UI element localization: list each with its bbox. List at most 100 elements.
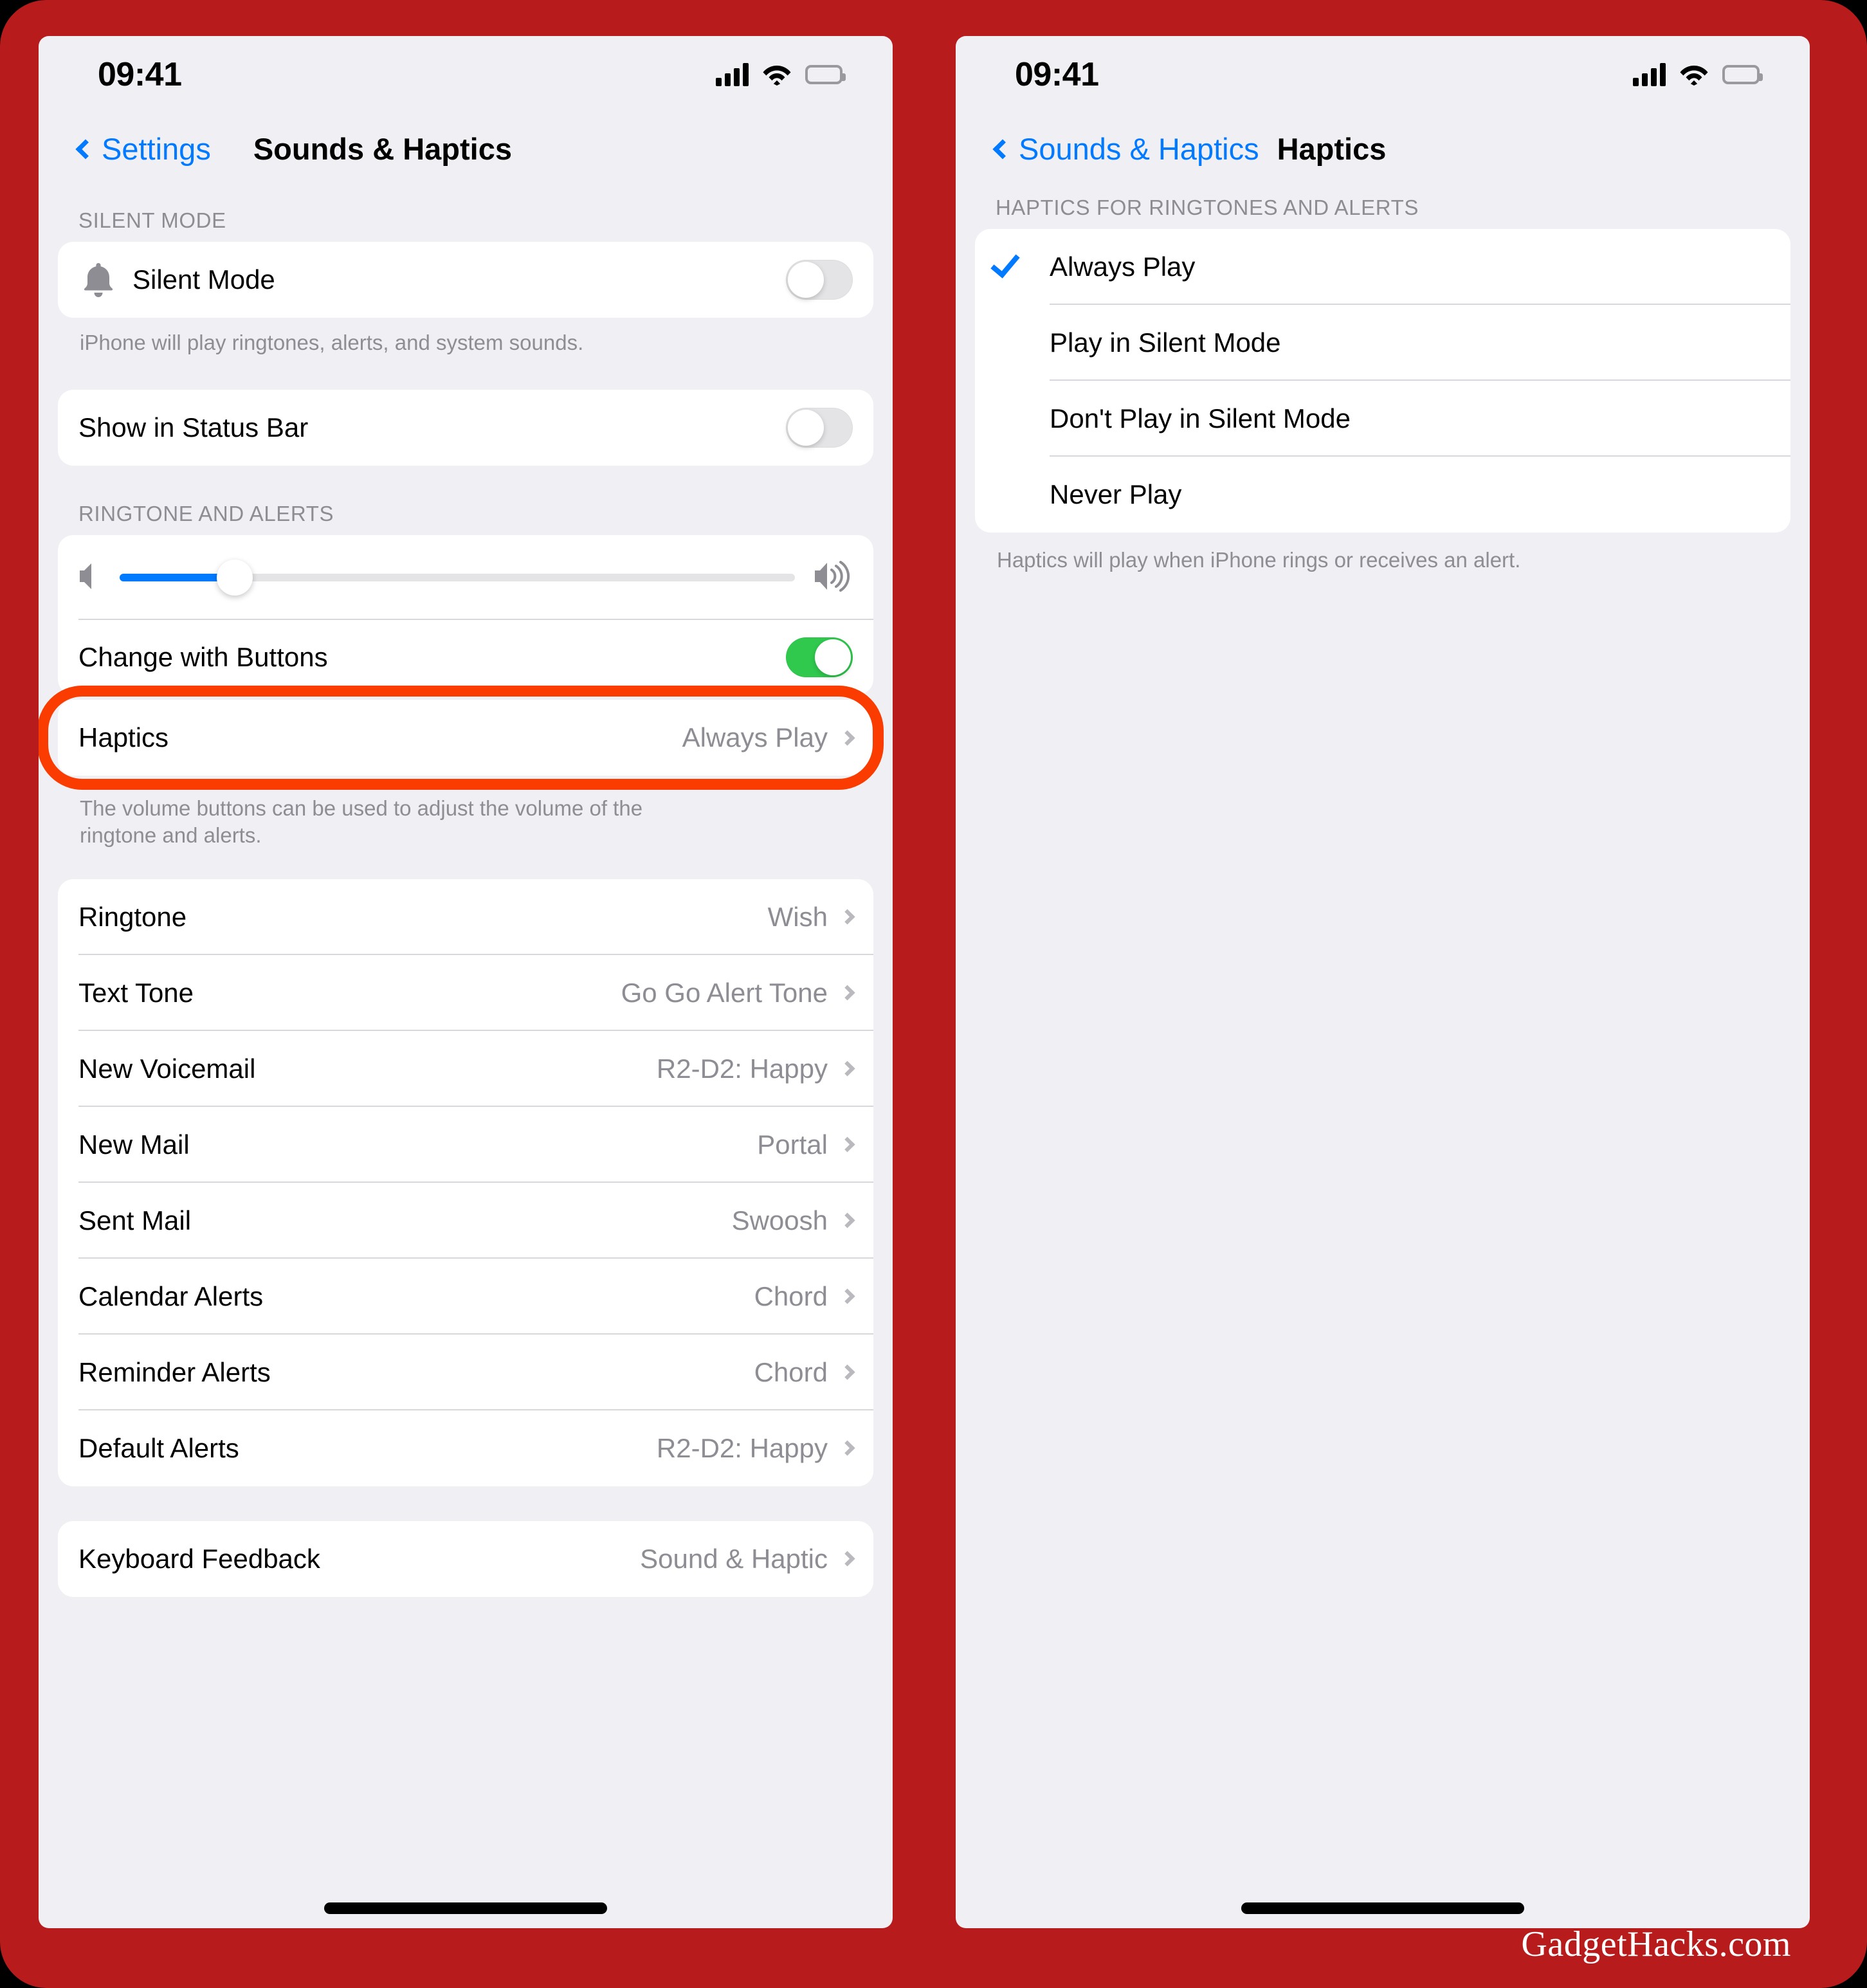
row-label-haptics: Haptics [78,722,169,753]
speaker-low-icon [78,561,102,594]
back-button-sounds-haptics[interactable]: Sounds & Haptics [992,131,1259,167]
volume-slider-knob[interactable] [216,560,253,596]
outer-frame: 09:41 Settings Sounds & Haptics SILENT M… [0,0,1867,1988]
table-row[interactable]: New Voicemail R2-D2: Happy [58,1031,873,1107]
settings-content-right: HAPTICS FOR RINGTONES AND ALERTS Always … [956,184,1810,574]
silent-mode-section-header: SILENT MODE [78,208,226,232]
nav-bar-right: Sounds & Haptics Haptics [956,113,1810,184]
row-label-silent-mode: Silent Mode [132,264,275,295]
row-value: Sound & Haptic [640,1543,828,1574]
row-value: Chord [754,1281,828,1311]
checkmark-slot [990,248,1050,278]
row-value: Chord [754,1356,828,1387]
phone-screen-sounds-haptics: 09:41 Settings Sounds & Haptics SILENT M… [39,36,893,1928]
tones-card: Ringtone Wish Text Tone Go Go Alert Tone New… [58,879,873,1486]
haptics-options-card: Always Play Play in Silent Mode Don't Play… [975,229,1790,533]
chevron-right-icon [839,1440,855,1456]
home-indicator [1241,1902,1524,1914]
back-button-settings[interactable]: Settings [75,131,211,167]
volume-slider-track[interactable] [120,560,795,596]
option-label: Don't Play in Silent Mode [1050,403,1351,433]
page-title: Sounds & Haptics [253,131,512,166]
row-show-in-status-bar[interactable]: Show in Status Bar [58,390,873,466]
table-row[interactable]: Keyboard Feedback Sound & Haptic [58,1521,873,1597]
option-label: Always Play [1050,251,1196,282]
table-row[interactable]: Ringtone Wish [58,879,873,955]
wifi-icon [763,66,791,86]
table-row[interactable]: Default Alerts R2-D2: Happy [58,1410,873,1486]
row-label: Default Alerts [78,1432,239,1463]
table-row[interactable]: Calendar Alerts Chord [58,1259,873,1335]
status-clock: 09:41 [1015,56,1099,93]
row-value: R2-D2: Happy [656,1432,828,1463]
option-label: Never Play [1050,479,1182,509]
chevron-right-icon [839,909,855,925]
toggle-knob [788,262,824,298]
table-row[interactable]: New Mail Portal [58,1107,873,1183]
row-silent-mode[interactable]: Silent Mode [58,242,873,318]
speaker-high-icon [813,560,853,595]
settings-content-left: SILENT MODE Silent Mode iPhone will play… [39,184,893,1597]
toggle-change-with-buttons[interactable] [786,637,853,678]
home-indicator [324,1902,607,1914]
table-row[interactable]: Reminder Alerts Chord [58,1335,873,1410]
chevron-right-icon [839,1364,855,1380]
row-label: Reminder Alerts [78,1356,271,1387]
footnote-silent-mode: iPhone will play ringtones, alerts, and … [80,331,584,354]
row-value: Wish [767,901,828,932]
status-bar-right: 09:41 [956,36,1810,113]
haptics-callout: Haptics Always Play [39,686,884,790]
cellular-bars-icon [716,63,749,86]
chevron-left-icon [75,139,96,160]
status-icons [716,63,846,86]
status-bar-left: 09:41 [39,36,893,113]
ringtone-section-header: RINGTONE AND ALERTS [78,502,334,526]
back-button-label: Sounds & Haptics [1019,131,1259,166]
row-label: Keyboard Feedback [78,1543,320,1574]
list-item[interactable]: Don't Play in Silent Mode [975,381,1790,457]
row-label: Calendar Alerts [78,1281,264,1311]
chevron-right-icon [839,1061,855,1077]
cellular-bars-icon [1633,63,1666,86]
row-value: Go Go Alert Tone [621,977,828,1008]
table-row[interactable]: Sent Mail Swoosh [58,1183,873,1259]
option-label: Play in Silent Mode [1050,327,1281,358]
footnote-ringtone: The volume buttons can be used to adjust… [80,796,643,848]
toggle-show-in-status-bar[interactable] [786,408,853,448]
haptics-card: Haptics Always Play [58,700,873,776]
list-item[interactable]: Never Play [975,457,1790,533]
bell-icon [78,262,118,298]
status-clock: 09:41 [98,56,182,93]
wifi-icon [1680,66,1708,86]
list-item[interactable]: Always Play [975,229,1790,305]
row-haptics[interactable]: Haptics Always Play [58,700,873,776]
footnote-haptics: Haptics will play when iPhone rings or r… [997,548,1521,572]
haptics-section-header: HAPTICS FOR RINGTONES AND ALERTS [996,196,1419,219]
row-change-with-buttons[interactable]: Change with Buttons [58,620,873,695]
chevron-right-icon [839,1136,855,1153]
row-value: R2-D2: Happy [656,1053,828,1084]
table-row[interactable]: Text Tone Go Go Alert Tone [58,955,873,1031]
row-label-show-in-status-bar: Show in Status Bar [78,412,309,443]
chevron-right-icon [839,1288,855,1304]
row-label: Sent Mail [78,1205,192,1236]
status-icons [1633,63,1763,86]
chevron-right-icon [839,1212,855,1228]
row-label: Text Tone [78,977,194,1008]
battery-full-icon [1722,65,1763,84]
chevron-left-icon [992,139,1013,160]
row-label: Ringtone [78,901,187,932]
keyboard-card: Keyboard Feedback Sound & Haptic [58,1520,873,1597]
chevron-right-icon [839,730,855,746]
page-title: Haptics [1277,131,1387,166]
battery-full-icon [805,65,846,84]
silent-mode-card: Silent Mode [58,242,873,318]
toggle-knob [815,639,851,676]
toggle-knob [788,410,824,446]
row-value-haptics: Always Play [682,722,828,753]
row-label: New Voicemail [78,1053,256,1084]
phone-screen-haptics: 09:41 Sounds & Haptics Haptics HAPTICS F… [956,36,1810,1928]
list-item[interactable]: Play in Silent Mode [975,305,1790,381]
ringtone-card: Change with Buttons [58,535,873,695]
toggle-silent-mode[interactable] [786,260,853,300]
